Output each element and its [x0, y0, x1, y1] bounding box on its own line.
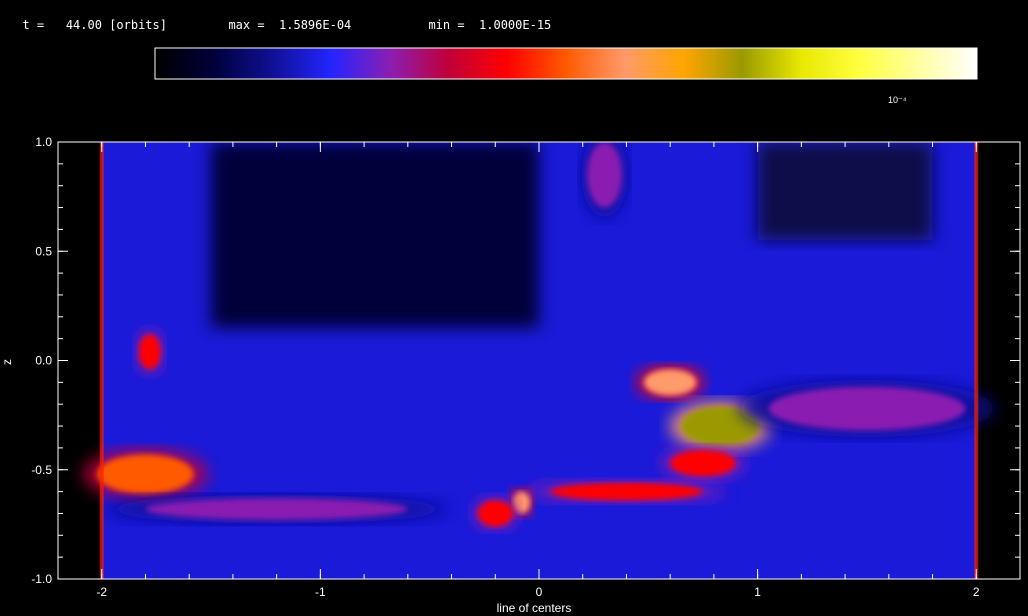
y-axis-label: z: [0, 359, 14, 365]
field-feature: [145, 498, 408, 521]
y-tick-label: 0.0: [35, 354, 52, 368]
field-feature: [97, 454, 194, 494]
field-feature: [768, 386, 966, 431]
field-feature: [643, 369, 697, 396]
y-tick-label: -0.5: [31, 463, 52, 477]
x-tick-label: -1: [315, 585, 326, 599]
x-tick-label: 1: [754, 585, 761, 599]
y-tick-label: 0.5: [35, 244, 52, 258]
heatmap-field: [82, 142, 995, 579]
field-feature: [549, 482, 703, 501]
field-feature: [670, 450, 736, 477]
dark-region: [211, 142, 539, 328]
heatmap-plot: -2 -1 0 1 2 1.0 0.5 0.0 -0.5 -1.0 line of centers…: [0, 135, 1021, 615]
y-tick-label: 1.0: [35, 135, 52, 149]
field-feature: [587, 142, 623, 208]
field-feature: [138, 334, 161, 370]
x-tick-label: 2: [973, 585, 980, 599]
field-feature: [477, 500, 513, 527]
dark-region: [757, 142, 933, 241]
y-tick-label: -1.0: [31, 572, 52, 586]
x-axis-label: line of centers: [497, 601, 572, 615]
x-tick-label: -2: [96, 585, 107, 599]
right-edge-band: [974, 142, 979, 579]
left-edge-band: [99, 142, 104, 579]
x-tick-label: 0: [536, 585, 543, 599]
